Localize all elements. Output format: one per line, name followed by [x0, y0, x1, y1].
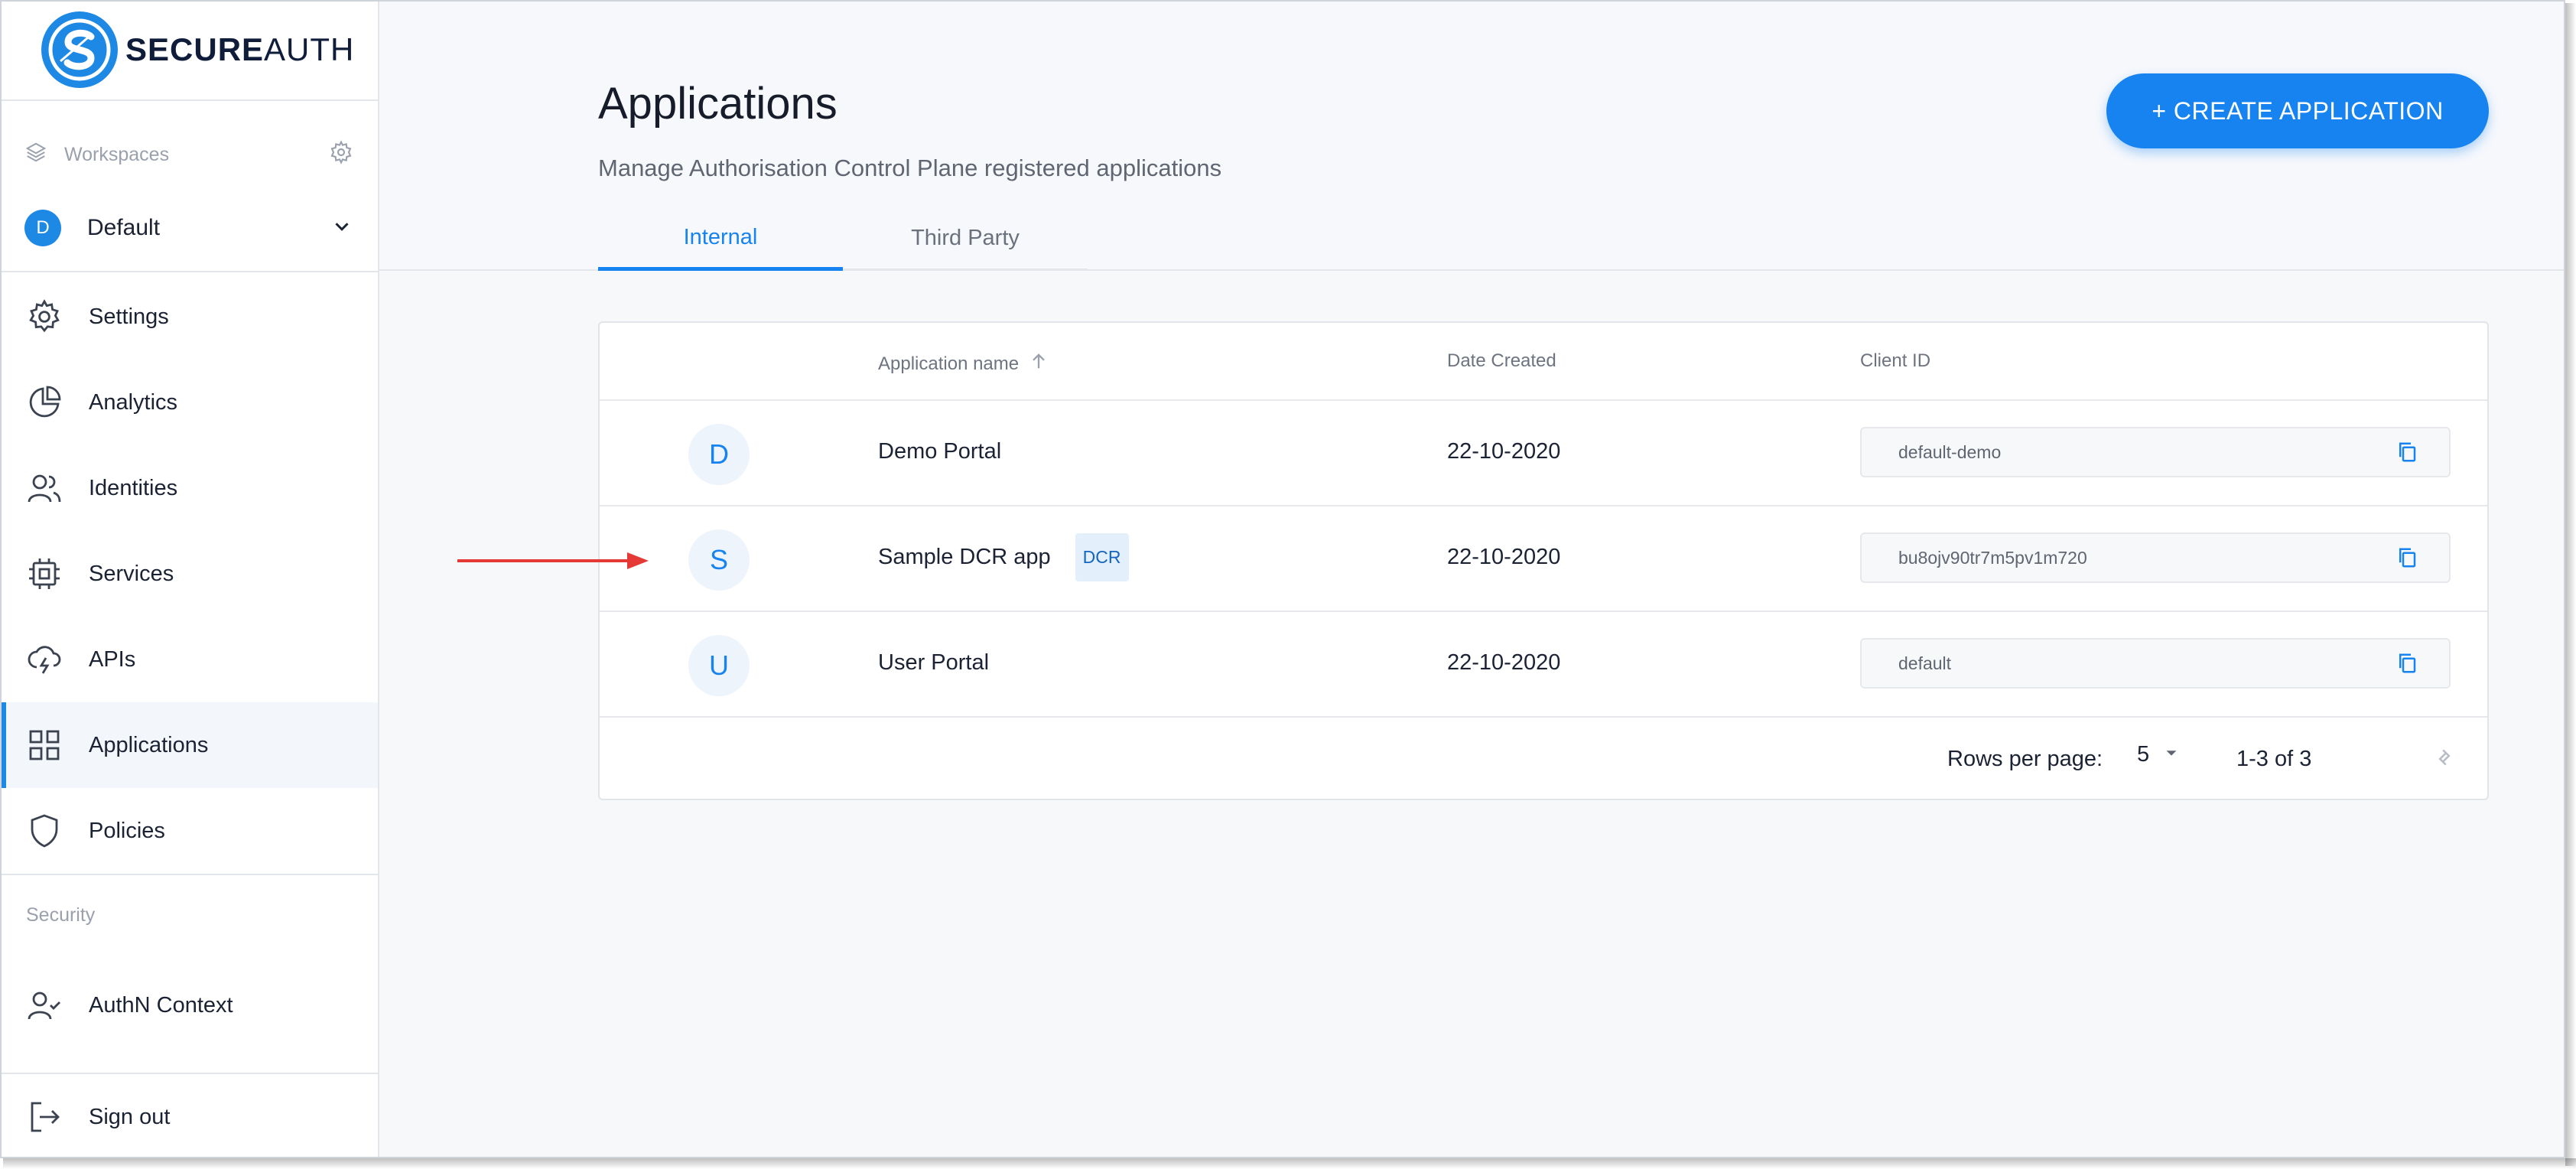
shield-icon	[24, 811, 64, 851]
next-page-chevron-right-icon[interactable]	[2431, 741, 2461, 771]
user-check-icon	[24, 985, 64, 1025]
divider	[2, 271, 378, 272]
security-section-label: Security	[26, 904, 96, 926]
app-window: SECUREAUTH Workspaces D Default Settings	[0, 0, 2565, 1158]
client-id-value: default-demo	[1898, 441, 2002, 462]
app-avatar: U	[688, 635, 750, 696]
sidebar-item-identities[interactable]: Identities	[2, 445, 378, 531]
page-header: Applications Manage Authorisation Contro…	[379, 2, 2564, 271]
tab-third-party[interactable]: Third Party	[843, 208, 1088, 271]
table-row[interactable]: S Sample DCR app DCR 22-10-2020 bu8ojv90…	[600, 506, 2487, 612]
sidebar-item-authn-context[interactable]: AuthN Context	[2, 962, 378, 1048]
sidebar-item-applications[interactable]: Applications	[2, 702, 378, 788]
workspace-select[interactable]: D Default	[24, 208, 353, 248]
next-page-chevron-right-icon[interactable]	[2391, 744, 2422, 774]
tabs: Internal Third Party	[598, 208, 1088, 271]
copy-icon[interactable]	[2395, 441, 2418, 464]
app-name: Sample DCR app DCR	[878, 533, 1129, 581]
app-name: User Portal	[878, 650, 990, 675]
column-header-date-created[interactable]: Date Created	[1447, 350, 1556, 372]
client-id-field[interactable]: default	[1860, 638, 2451, 689]
create-application-button[interactable]: + CREATE APPLICATION	[2106, 73, 2489, 148]
workspace-avatar: D	[24, 210, 61, 246]
rows-per-page-select[interactable]: 5	[2137, 742, 2180, 767]
workspace-name: Default	[87, 215, 161, 240]
sign-out-label: Sign out	[89, 1104, 171, 1129]
table-row[interactable]: U User Portal 22-10-2020 default	[600, 612, 2487, 718]
caret-down-icon	[2163, 742, 2180, 767]
copy-icon[interactable]	[2395, 546, 2418, 569]
layers-icon	[24, 141, 47, 169]
table-header: Application name Date Created Client ID	[600, 323, 2487, 401]
main-content: Applications Manage Authorisation Contro…	[379, 2, 2564, 1157]
window-shadow	[3, 1158, 2576, 1169]
copy-icon[interactable]	[2395, 652, 2418, 675]
sidebar-item-label: Services	[89, 561, 174, 586]
dcr-badge: DCR	[1075, 533, 1129, 581]
chip-icon	[24, 554, 64, 594]
sidebar-item-apis[interactable]: APIs	[2, 617, 378, 702]
sign-out-button[interactable]: Sign out	[2, 1074, 378, 1157]
brand-name: SECUREAUTH	[125, 31, 355, 67]
divider	[2, 99, 378, 101]
sort-arrow-up-icon	[1028, 350, 1049, 377]
client-id-field[interactable]: default-demo	[1860, 427, 2451, 477]
app-avatar: S	[688, 529, 750, 591]
brand-logo[interactable]: SECUREAUTH	[41, 9, 354, 90]
sidebar-item-label: APIs	[89, 646, 136, 672]
app-name: Demo Portal	[878, 439, 1002, 464]
date-created: 22-10-2020	[1447, 650, 1561, 675]
pie-chart-icon	[24, 383, 64, 422]
sidebar-item-label: Identities	[89, 475, 178, 500]
tab-internal[interactable]: Internal	[598, 208, 843, 271]
column-header-client-id[interactable]: Client ID	[1860, 350, 1930, 372]
window-shadow	[2565, 3, 2576, 1166]
sidebar-item-label: AuthN Context	[89, 992, 233, 1018]
client-id-value: default	[1898, 653, 1952, 673]
chevron-down-icon	[330, 215, 353, 242]
date-created: 22-10-2020	[1447, 439, 1561, 464]
sidebar: SECUREAUTH Workspaces D Default Settings	[2, 2, 379, 1157]
applications-table: Application name Date Created Client ID …	[598, 321, 2489, 800]
table-row[interactable]: D Demo Portal 22-10-2020 default-demo	[600, 401, 2487, 506]
workspaces-header: Workspaces	[24, 139, 353, 170]
sidebar-item-settings[interactable]: Settings	[2, 274, 378, 360]
sidebar-item-label: Settings	[89, 304, 169, 329]
sidebar-item-services[interactable]: Services	[2, 531, 378, 617]
secureauth-logo-icon	[41, 11, 118, 88]
sidebar-item-label: Analytics	[89, 389, 178, 415]
page-subtitle: Manage Authorisation Control Plane regis…	[598, 155, 1222, 181]
workspaces-label: Workspaces	[64, 143, 170, 165]
page-title: Applications	[598, 79, 838, 129]
date-created: 22-10-2020	[1447, 545, 1561, 569]
sidebar-item-analytics[interactable]: Analytics	[2, 360, 378, 445]
rows-per-page-label: Rows per page:	[1947, 747, 2103, 771]
sign-out-icon	[24, 1097, 64, 1137]
grid-icon	[24, 725, 64, 765]
sidebar-item-policies[interactable]: Policies	[2, 788, 378, 874]
table-pagination: Rows per page: 5 1-3 of 3	[600, 719, 2487, 799]
sidebar-item-label: Applications	[89, 732, 209, 757]
column-header-application-name[interactable]: Application name	[878, 350, 1049, 377]
gear-icon	[24, 297, 64, 337]
client-id-value: bu8ojv90tr7m5pv1m720	[1898, 547, 2087, 568]
client-id-field[interactable]: bu8ojv90tr7m5pv1m720	[1860, 532, 2451, 583]
cloud-bolt-icon	[24, 640, 64, 679]
app-avatar: D	[688, 424, 750, 485]
users-icon	[24, 468, 64, 508]
pagination-range: 1-3 of 3	[2236, 747, 2312, 771]
workspace-settings-gear-icon[interactable]	[329, 139, 353, 170]
sidebar-item-label: Policies	[89, 818, 165, 843]
annotation-arrow-icon	[457, 552, 649, 569]
divider	[2, 874, 378, 875]
